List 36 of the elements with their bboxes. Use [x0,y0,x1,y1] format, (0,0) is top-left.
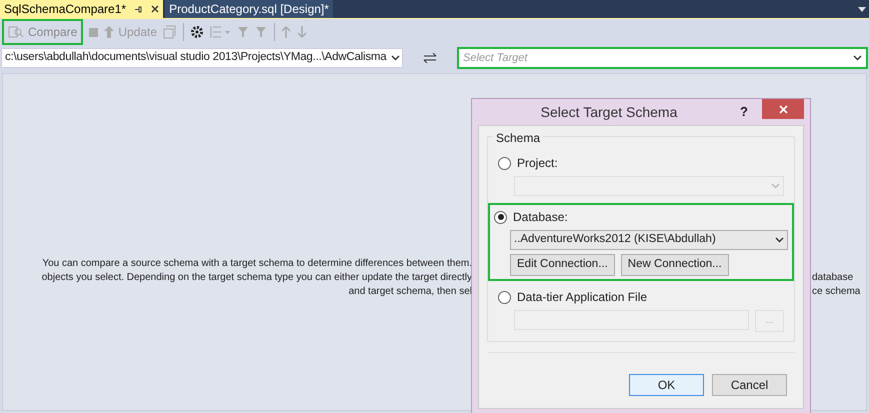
up-arrow-icon [104,26,114,38]
close-button[interactable] [762,99,804,119]
description-text: database [812,271,854,285]
help-text[interactable]: ? [740,102,748,122]
dialog-title: Select Target Schema [540,102,678,122]
settings-icon[interactable] [190,25,204,39]
target-input[interactable]: Select Target [463,50,853,66]
close-icon [778,104,788,114]
option-label[interactable]: Database: [513,208,568,226]
option-label[interactable]: Project: [517,154,558,172]
radio-button[interactable] [494,210,507,224]
connection-button[interactable]: New Connection... [620,254,729,276]
document-tab[interactable]: SqlSchemaCompare1* [0,0,164,18]
document-tab[interactable]: ProductCategory.sql [Design]* [165,0,333,18]
description-text: You can compare a source schema with a target schema to determine differences between them. [42,257,472,271]
radio-button[interactable] [498,156,511,170]
combo-field[interactable]: ..AdventureWorks2012 (KISE\Abdullah) [510,230,788,250]
chevron-down-icon [390,55,400,61]
description-text: ce schema [812,285,860,299]
swap-icon[interactable] [423,53,437,63]
source-dropdown[interactable]: c:\users\abdullah\documents\visual studio 2013\Projects\YMag...\AdwCalisma [1,48,403,68]
combo-field[interactable] [514,176,784,196]
dropdown-icon[interactable] [858,7,866,12]
target-dropdown[interactable]: Select Target [457,47,868,69]
pin-icon[interactable] [134,4,144,14]
chevron-down-icon [775,237,784,243]
option-label[interactable]: Data-tier Application File [517,288,648,306]
connection-button[interactable]: Edit Connection... [510,254,615,276]
magnifier-icon [8,25,24,39]
ok-button[interactable]: OK [629,374,704,396]
chevron-down-icon [771,183,780,189]
close-icon[interactable] [151,5,160,13]
radio-button[interactable] [498,290,511,304]
cancel-button[interactable]: Cancel [712,374,787,396]
description-text: objects you select. Depending on the target schema type you can either update the target directly [42,271,472,285]
chevron-down-icon [853,55,862,61]
